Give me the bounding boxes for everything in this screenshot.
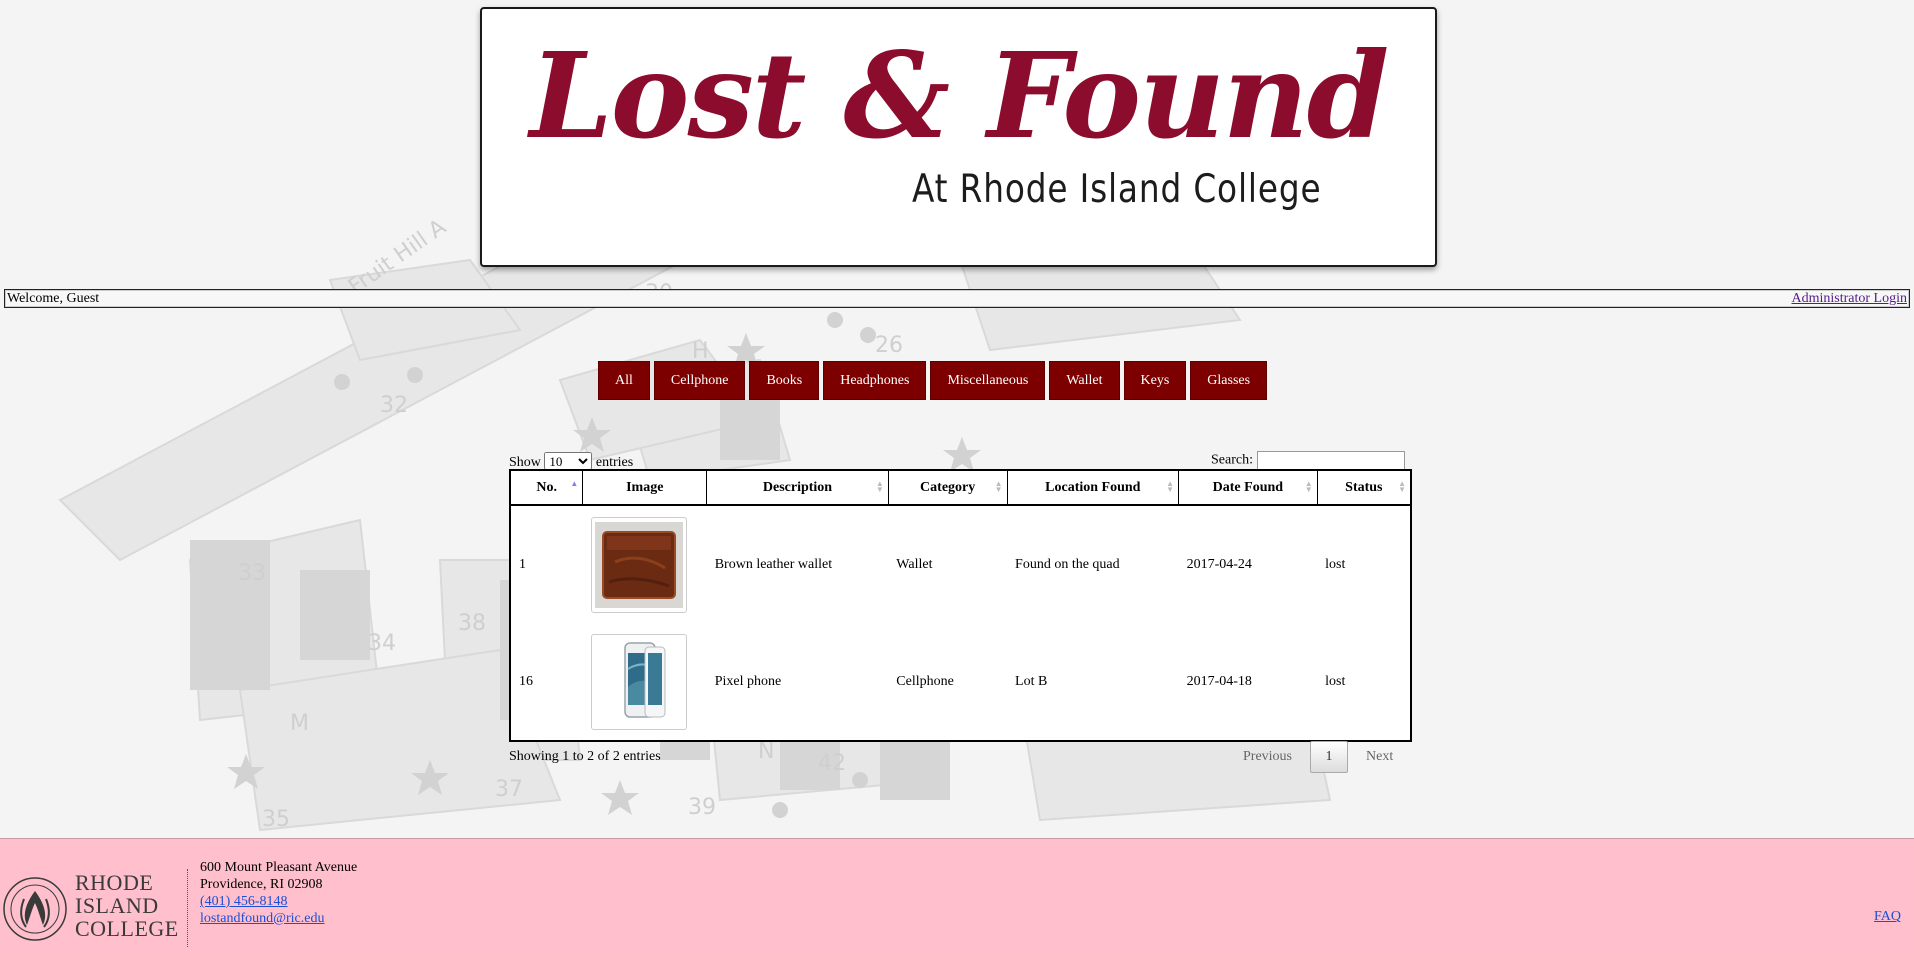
map-label-39: 39 — [688, 795, 716, 820]
map-label-38: 38 — [458, 611, 486, 636]
table-row[interactable]: 1 Brown leather wallet Wallet Found on t… — [510, 505, 1411, 623]
filter-cellphone-button[interactable]: Cellphone — [653, 361, 746, 400]
sort-icon: ▲ ▼ — [875, 479, 884, 494]
wallet-image[interactable] — [590, 516, 687, 613]
sort-ascending-icon: ▲ — [570, 479, 579, 488]
column-header-date[interactable]: Date Found ▲ ▼ — [1178, 469, 1318, 506]
search-control: Search: — [1211, 451, 1405, 470]
filter-wallet-button[interactable]: Wallet — [1049, 361, 1120, 400]
phone-link[interactable]: (401) 456-8148 — [200, 894, 288, 909]
college-seal-icon — [3, 877, 67, 941]
contact-info: 600 Mount Pleasant Avenue Providence, RI… — [200, 859, 357, 927]
column-header-image: Image — [582, 469, 708, 506]
cell-description: Pixel phone — [714, 673, 782, 689]
college-name: RHODE ISLAND COLLEGE — [75, 871, 179, 940]
sort-icon: ▲ ▼ — [1166, 479, 1175, 494]
cell-date: 2017-04-24 — [1186, 556, 1252, 572]
map-label-n: N — [758, 739, 774, 764]
cell-description: Brown leather wallet — [714, 556, 833, 572]
map-label-35: 35 — [262, 807, 290, 832]
table-row[interactable]: 16 Pixel phone Cellphone Lot B 2017-04-1… — [510, 623, 1411, 741]
page-1-button[interactable]: 1 — [1310, 741, 1348, 773]
table-info-text: Showing 1 to 2 of 2 entries — [509, 749, 661, 764]
email-link[interactable]: lostandfound@ric.edu — [200, 911, 324, 926]
column-header-no[interactable]: No. ▲ — [509, 469, 584, 506]
cell-category: Cellphone — [896, 673, 954, 689]
column-header-category[interactable]: Category ▲ ▼ — [887, 469, 1008, 506]
search-label: Search: — [1211, 452, 1253, 468]
college-name-line: RHODE — [75, 870, 154, 895]
cell-date: 2017-04-18 — [1186, 673, 1252, 689]
filter-books-button[interactable]: Books — [749, 361, 820, 400]
category-filter-bar: All Cellphone Books Headphones Miscellan… — [598, 361, 1268, 400]
show-label: Show — [509, 455, 541, 470]
items-table: No. ▲ Image Description ▲ ▼ Category ▲ ▼ Loca… — [509, 469, 1412, 742]
map-label-34: 34 — [368, 631, 396, 656]
college-name-line: COLLEGE — [75, 916, 179, 941]
site-banner: Lost & Found At Rhode Island College — [480, 7, 1437, 267]
previous-page-button[interactable]: Previous — [1233, 749, 1302, 765]
cell-no: 16 — [519, 673, 533, 689]
entries-label: entries — [595, 455, 634, 470]
page-size-select[interactable]: 10 — [544, 452, 593, 470]
banner-title: Lost & Found — [529, 26, 1389, 165]
faq-link[interactable]: FAQ — [1874, 909, 1901, 925]
footer-divider — [187, 869, 188, 947]
cell-no: 1 — [519, 556, 526, 572]
search-input[interactable] — [1256, 451, 1405, 470]
filter-all-button[interactable]: All — [598, 361, 650, 400]
column-header-location[interactable]: Location Found ▲ ▼ — [1006, 469, 1180, 506]
map-label-37: 37 — [495, 777, 523, 802]
administrator-login-link[interactable]: Administrator Login — [1792, 290, 1908, 307]
filter-headphones-button[interactable]: Headphones — [823, 361, 927, 400]
phone-icon — [624, 641, 666, 718]
cell-status: lost — [1325, 556, 1346, 572]
items-table-wrapper: No. ▲ Image Description ▲ ▼ Category ▲ ▼ Loca… — [509, 469, 1412, 742]
filter-miscellaneous-button[interactable]: Miscellaneous — [930, 361, 1046, 400]
sort-icon: ▲ ▼ — [1398, 479, 1406, 494]
banner-subtitle: At Rhode Island College — [912, 167, 1322, 212]
welcome-bar: Welcome, Guest Administrator Login — [4, 289, 1910, 308]
cell-image — [583, 505, 707, 623]
filter-glasses-button[interactable]: Glasses — [1190, 361, 1268, 400]
pagination: Previous 1 Next — [1233, 741, 1403, 773]
cell-image — [583, 623, 707, 741]
table-header-row: No. ▲ Image Description ▲ ▼ Category ▲ ▼ Loca… — [509, 469, 1412, 506]
map-label-32: 32 — [380, 393, 408, 418]
wallet-icon — [594, 521, 683, 608]
map-label-33: 33 — [238, 561, 266, 586]
filter-keys-button[interactable]: Keys — [1123, 361, 1187, 400]
cell-location: Found on the quad — [1015, 556, 1120, 572]
address-line-2: Providence, RI 02908 — [200, 877, 323, 892]
address-line-1: 600 Mount Pleasant Avenue — [200, 860, 358, 875]
column-header-description[interactable]: Description ▲ ▼ — [706, 469, 889, 506]
cell-category: Wallet — [896, 556, 933, 572]
column-header-status[interactable]: Status ▲ ▼ — [1316, 469, 1412, 506]
map-label-26: 26 — [875, 333, 903, 358]
site-footer: RHODE ISLAND COLLEGE 600 Mount Pleasant … — [0, 838, 1914, 953]
cell-location: Lot B — [1015, 673, 1048, 689]
welcome-text: Welcome, Guest — [7, 291, 100, 306]
college-name-line: ISLAND — [75, 893, 159, 918]
sort-icon: ▲ ▼ — [994, 479, 1003, 494]
next-page-button[interactable]: Next — [1356, 749, 1403, 765]
sort-icon: ▲ ▼ — [1304, 479, 1313, 494]
map-label-m: M — [290, 711, 309, 736]
phone-image[interactable] — [590, 633, 687, 730]
cell-status: lost — [1325, 673, 1346, 689]
map-label-42: 42 — [818, 751, 846, 776]
